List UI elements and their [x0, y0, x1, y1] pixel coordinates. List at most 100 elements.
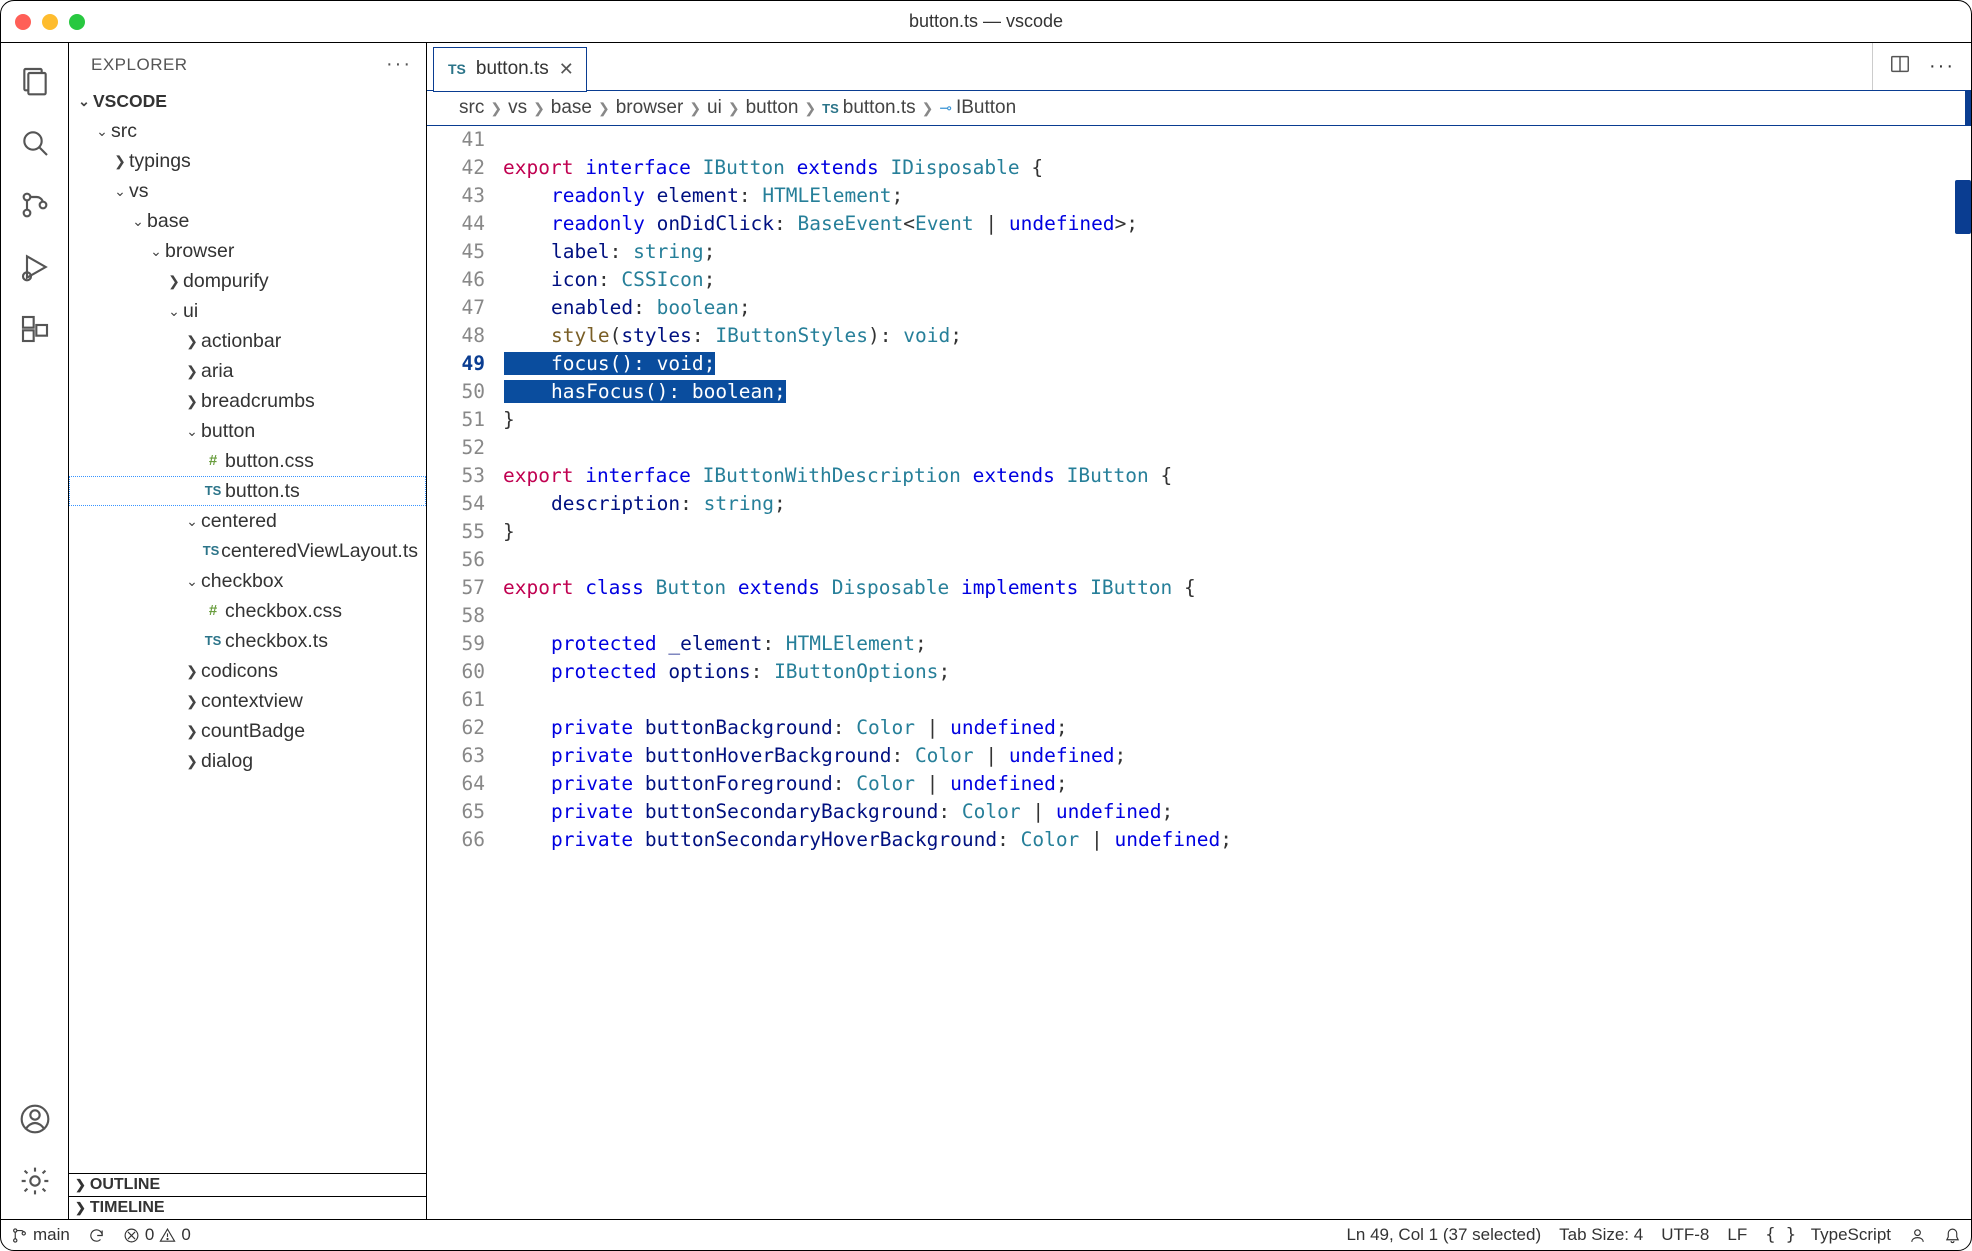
problems-status[interactable]: 0 0: [123, 1225, 191, 1245]
chevron-right-icon: ❯: [75, 1177, 86, 1193]
tree-item[interactable]: ⌄vs: [69, 176, 426, 206]
code-line[interactable]: 51}: [427, 406, 1971, 434]
tree-item[interactable]: TScheckbox.ts: [69, 626, 426, 656]
tree-item[interactable]: ⌄browser: [69, 236, 426, 266]
code-line[interactable]: 61: [427, 686, 1971, 714]
code-line[interactable]: 56: [427, 546, 1971, 574]
editor-group: TS button.ts ✕ ··· src ❯ vs ❯ base ❯ browser ❯ u…: [427, 43, 1971, 1219]
tree-item[interactable]: ❯actionbar: [69, 326, 426, 356]
breadcrumb-separator: ❯: [804, 100, 816, 117]
file-tree[interactable]: ⌄VSCODE⌄src❯typings⌄vs⌄base⌄browser❯domp…: [69, 82, 426, 1173]
code-line[interactable]: 53export interface IButtonWithDescriptio…: [427, 462, 1971, 490]
tree-item[interactable]: ⌄base: [69, 206, 426, 236]
sync-status[interactable]: [88, 1227, 105, 1244]
editor-more-icon[interactable]: ···: [1929, 55, 1955, 78]
tab-size-status[interactable]: Tab Size: 4: [1559, 1225, 1643, 1245]
code-line[interactable]: 52: [427, 434, 1971, 462]
code-line[interactable]: 45 label: string;: [427, 238, 1971, 266]
split-editor-icon[interactable]: [1889, 53, 1911, 81]
eol-status[interactable]: LF: [1727, 1225, 1747, 1245]
tree-item[interactable]: TSbutton.ts: [69, 476, 426, 506]
window-title: button.ts — vscode: [1, 11, 1971, 32]
breadcrumb-item[interactable]: TSbutton.ts: [822, 97, 916, 119]
tree-root[interactable]: ⌄VSCODE: [69, 86, 426, 116]
tree-item[interactable]: ❯dialog: [69, 746, 426, 776]
language-status[interactable]: { } TypeScript: [1765, 1225, 1891, 1245]
tree-item[interactable]: ❯contextview: [69, 686, 426, 716]
code-line[interactable]: 63 private buttonHoverBackground: Color …: [427, 742, 1971, 770]
tab-button-ts[interactable]: TS button.ts ✕: [433, 47, 587, 92]
minimize-window-button[interactable]: [42, 14, 58, 30]
outline-section[interactable]: ❯ OUTLINE: [69, 1173, 426, 1196]
breadcrumb-item[interactable]: ui: [707, 97, 722, 119]
extensions-icon[interactable]: [11, 305, 59, 353]
code-line[interactable]: 55}: [427, 518, 1971, 546]
code-line[interactable]: 49 focus(): void;: [427, 350, 1971, 378]
breadcrumb-item[interactable]: src: [459, 97, 484, 119]
source-control-icon[interactable]: [11, 181, 59, 229]
code-line[interactable]: 65 private buttonSecondaryBackground: Co…: [427, 798, 1971, 826]
code-line[interactable]: 60 protected options: IButtonOptions;: [427, 658, 1971, 686]
code-line[interactable]: 41: [427, 126, 1971, 154]
tree-item[interactable]: ❯countBadge: [69, 716, 426, 746]
code-line[interactable]: 66 private buttonSecondaryHoverBackgroun…: [427, 826, 1971, 854]
code-line[interactable]: 57export class Button extends Disposable…: [427, 574, 1971, 602]
tree-item[interactable]: #checkbox.css: [69, 596, 426, 626]
breadcrumb-separator: ❯: [689, 100, 701, 117]
breadcrumb-item[interactable]: button: [746, 97, 799, 119]
close-window-button[interactable]: [15, 14, 31, 30]
editor-tabs: TS button.ts ✕ ···: [427, 43, 1971, 91]
tree-item[interactable]: #button.css: [69, 446, 426, 476]
close-tab-icon[interactable]: ✕: [557, 59, 576, 80]
code-line[interactable]: 44 readonly onDidClick: BaseEvent<Event …: [427, 210, 1971, 238]
feedback-icon[interactable]: [1909, 1227, 1926, 1244]
titlebar: button.ts — vscode: [1, 1, 1971, 43]
code-line[interactable]: 48 style(styles: IButtonStyles): void;: [427, 322, 1971, 350]
timeline-section[interactable]: ❯ TIMELINE: [69, 1196, 426, 1219]
tree-item[interactable]: ⌄src: [69, 116, 426, 146]
typescript-file-icon: TS: [448, 61, 468, 77]
code-line[interactable]: 54 description: string;: [427, 490, 1971, 518]
account-icon[interactable]: [11, 1095, 59, 1143]
code-line[interactable]: 46 icon: CSSIcon;: [427, 266, 1971, 294]
maximize-window-button[interactable]: [69, 14, 85, 30]
status-bar: main 0 0 Ln 49, Col 1 (37 selected) Tab …: [1, 1219, 1971, 1250]
code-line[interactable]: 47 enabled: boolean;: [427, 294, 1971, 322]
tree-item[interactable]: ❯codicons: [69, 656, 426, 686]
breadcrumbs[interactable]: src❯vs❯base❯browser❯ui❯button❯TSbutton.t…: [427, 91, 1971, 126]
code-line[interactable]: 62 private buttonBackground: Color | und…: [427, 714, 1971, 742]
code-line[interactable]: 59 protected _element: HTMLElement;: [427, 630, 1971, 658]
code-line[interactable]: 64 private buttonForeground: Color | und…: [427, 770, 1971, 798]
tree-item[interactable]: ⌄centered: [69, 506, 426, 536]
scroll-indicator[interactable]: [1955, 180, 1971, 234]
explorer-icon[interactable]: [11, 57, 59, 105]
encoding-status[interactable]: UTF-8: [1661, 1225, 1709, 1245]
code-line[interactable]: 43 readonly element: HTMLElement;: [427, 182, 1971, 210]
tree-item[interactable]: ❯dompurify: [69, 266, 426, 296]
tree-item[interactable]: ❯aria: [69, 356, 426, 386]
code-editor[interactable]: 4142export interface IButton extends IDi…: [427, 126, 1971, 1219]
tree-item[interactable]: ❯breadcrumbs: [69, 386, 426, 416]
tree-item[interactable]: ⌄button: [69, 416, 426, 446]
tree-item[interactable]: ⌄checkbox: [69, 566, 426, 596]
git-branch-status[interactable]: main: [11, 1225, 70, 1245]
breadcrumb-item[interactable]: browser: [616, 97, 684, 119]
cursor-position-status[interactable]: Ln 49, Col 1 (37 selected): [1346, 1225, 1541, 1245]
search-icon[interactable]: [11, 119, 59, 167]
gear-icon[interactable]: [11, 1157, 59, 1205]
tree-item[interactable]: TScenteredViewLayout.ts: [69, 536, 426, 566]
breadcrumb-item[interactable]: vs: [508, 97, 527, 119]
sidebar-more-icon[interactable]: ···: [386, 53, 412, 76]
breadcrumb-item[interactable]: base: [551, 97, 592, 119]
code-line[interactable]: 42export interface IButton extends IDisp…: [427, 154, 1971, 182]
code-line[interactable]: 58: [427, 602, 1971, 630]
notifications-icon[interactable]: [1944, 1227, 1961, 1244]
breadcrumb-item[interactable]: ⊸IButton: [939, 97, 1016, 119]
breadcrumb-separator: ❯: [922, 100, 934, 117]
run-debug-icon[interactable]: [11, 243, 59, 291]
breadcrumb-separator: ❯: [490, 100, 502, 117]
tree-item[interactable]: ❯typings: [69, 146, 426, 176]
breadcrumb-separator: ❯: [533, 100, 545, 117]
tree-item[interactable]: ⌄ui: [69, 296, 426, 326]
code-line[interactable]: 50 hasFocus(): boolean;: [427, 378, 1971, 406]
